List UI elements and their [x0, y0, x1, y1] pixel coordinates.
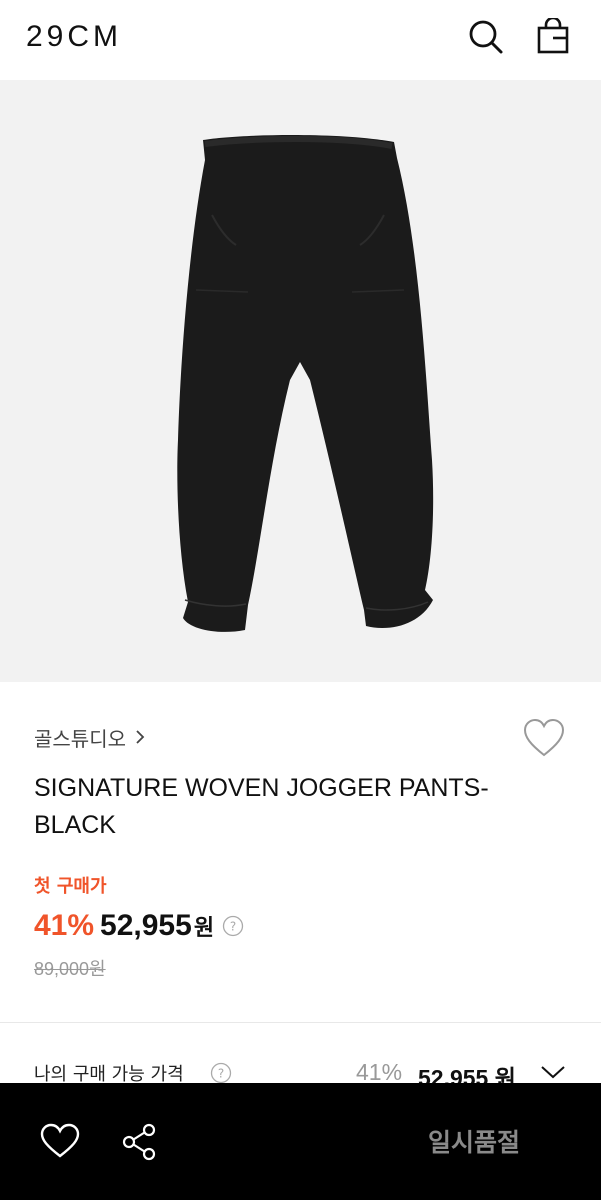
discount-rate: 41% [34, 909, 95, 942]
brand-link[interactable]: 골스튜디오 [34, 722, 146, 752]
sold-out-button[interactable]: 일시품절 [428, 1123, 520, 1159]
heart-icon[interactable] [40, 1123, 80, 1159]
help-icon[interactable]: ? [210, 1062, 232, 1084]
product-title: SIGNATURE WOVEN JOGGER PANTS-BLACK [34, 774, 489, 839]
my-discount-rate: 41% [356, 1059, 403, 1085]
shopping-bag-icon[interactable] [535, 16, 571, 56]
logo[interactable]: 29CM [26, 20, 122, 54]
brand-name: 골스튜디오 [34, 726, 126, 751]
chevron-right-icon [136, 730, 145, 744]
top-header: 29CM [0, 0, 601, 80]
help-icon[interactable]: ? [222, 915, 244, 937]
original-price: 89,000원 [34, 959, 106, 979]
svg-text:?: ? [218, 1067, 224, 1081]
sale-price: 52,955 [100, 909, 192, 942]
jogger-pants-illustration [177, 135, 434, 632]
wishlist-heart-icon[interactable] [522, 717, 566, 759]
first-purchase-label: 첫 구매가 [34, 876, 107, 897]
svg-text:?: ? [230, 920, 236, 934]
share-icon[interactable] [122, 1123, 158, 1161]
bottom-action-bar: 일시품절 [0, 1083, 601, 1200]
chevron-down-icon[interactable] [540, 1064, 566, 1080]
product-image[interactable] [0, 80, 601, 682]
search-icon[interactable] [468, 18, 504, 56]
section-divider [0, 1022, 601, 1023]
price-row: 41% 52,955 원 ? [34, 905, 244, 947]
currency-unit: 원 [193, 916, 215, 941]
